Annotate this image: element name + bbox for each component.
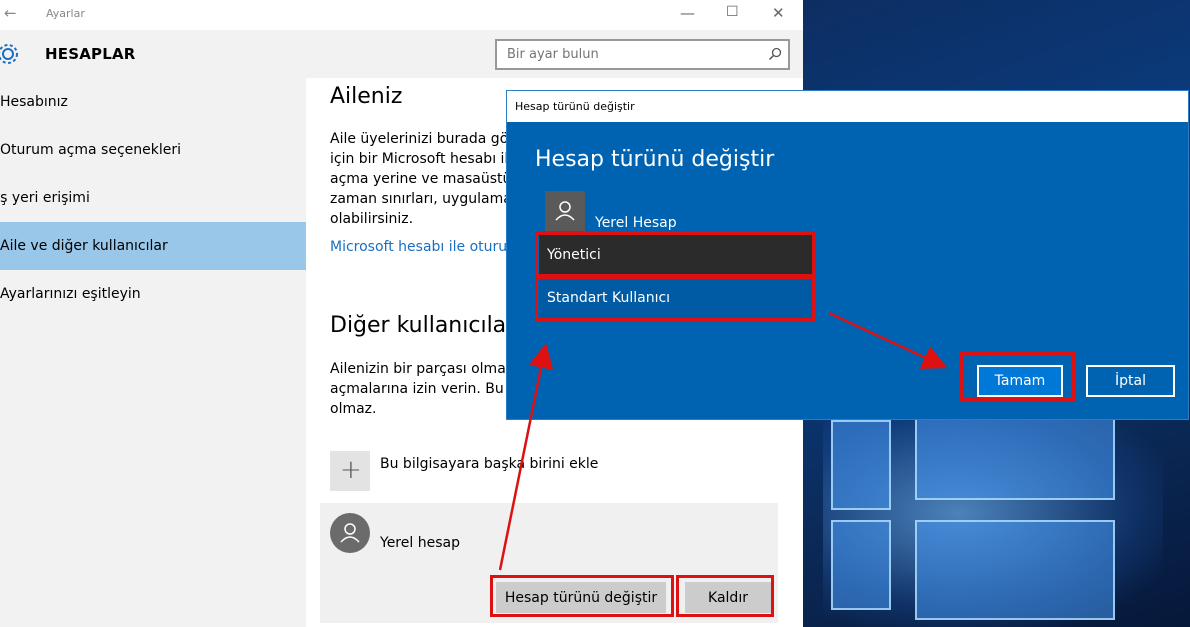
microsoft-signin-link[interactable]: Microsoft hesabı ile oturun <box>330 239 516 255</box>
close-icon[interactable]: ✕ <box>772 4 785 22</box>
window-title: Ayarlar <box>46 7 85 20</box>
add-user-label: Bu bilgisayara başka birini ekle <box>380 456 599 472</box>
user-name: Yerel hesap <box>380 535 460 551</box>
title-bar: ← Ayarlar — ☐ ✕ <box>0 0 803 30</box>
plus-icon: + <box>330 451 370 491</box>
cancel-button[interactable]: İptal <box>1086 365 1175 397</box>
dialog-title-bar: Hesap türünü değiştir <box>507 91 1188 122</box>
annotation-box-remove <box>676 575 774 617</box>
account-avatar-icon <box>545 191 585 231</box>
sidebar-item-aile[interactable]: Aile ve diğer kullanıcılar <box>0 222 306 270</box>
dialog-window-title: Hesap türünü değiştir <box>515 100 635 113</box>
dialog-account-name: Yerel Hesap <box>595 215 677 231</box>
sidebar-item-hesabiniz[interactable]: Hesabınız <box>0 78 306 126</box>
sidebar-item-is-yeri[interactable]: İş yeri erişimi <box>0 174 302 222</box>
annotation-box-ok <box>960 352 1075 401</box>
page-title: HESAPLAR <box>45 45 136 63</box>
sidebar-item-esitle[interactable]: Ayarlarınızı eşitleyin <box>0 270 306 318</box>
annotation-box-admin <box>535 232 815 277</box>
magnifier-icon[interactable] <box>768 47 782 61</box>
other-users-heading: Diğer kullanıcılar <box>330 313 516 338</box>
add-user-button[interactable]: + Bu bilgisayara başka birini ekle <box>330 451 770 495</box>
family-heading: Aileniz <box>330 84 403 109</box>
search-input[interactable] <box>497 41 767 68</box>
annotation-box-change-type <box>490 575 674 617</box>
minimize-icon[interactable]: — <box>680 4 695 22</box>
arrow-left-icon[interactable]: ← <box>4 4 17 22</box>
sidebar-item-oturum-acma[interactable]: Oturum açma seçenekleri <box>0 126 306 174</box>
sidebar: Hesabınız Oturum açma seçenekleri İş yer… <box>0 78 306 627</box>
annotation-box-standard <box>535 276 815 321</box>
settings-header: HESAPLAR <box>0 30 803 78</box>
maximize-icon[interactable]: ☐ <box>726 4 739 20</box>
user-avatar-icon <box>330 513 370 553</box>
search-box[interactable] <box>495 39 790 70</box>
dialog-heading: Hesap türünü değiştir <box>535 147 775 172</box>
gear-icon <box>0 44 18 64</box>
